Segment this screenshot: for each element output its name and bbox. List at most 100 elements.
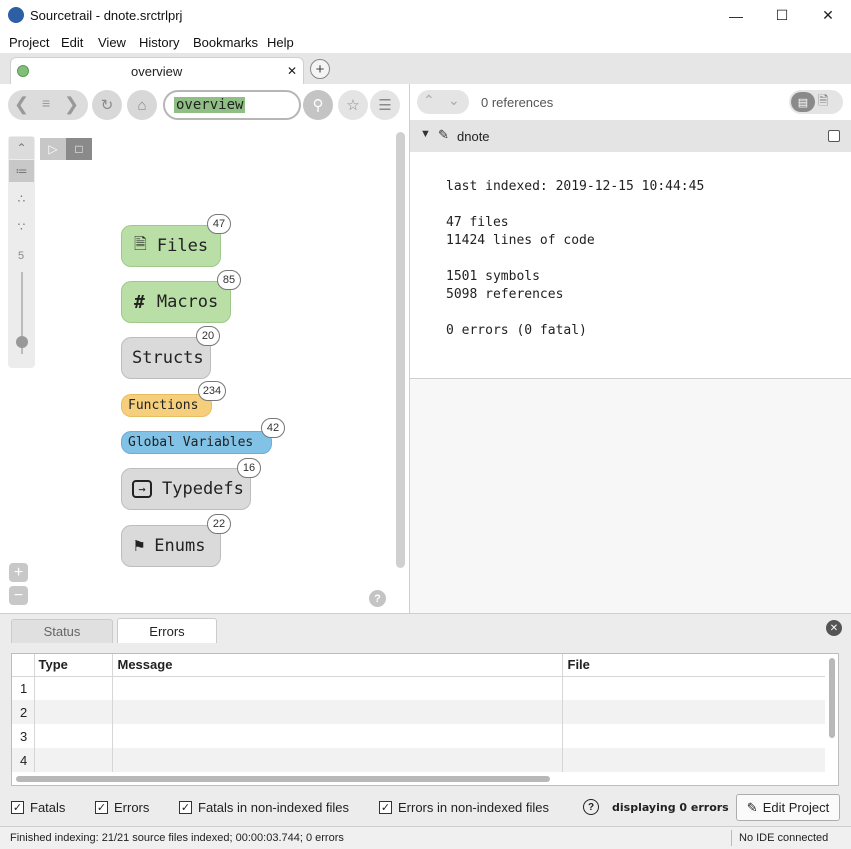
tab-close-icon[interactable]: ✕ (287, 64, 297, 78)
node-typedefs[interactable]: → Typedefs (121, 468, 251, 510)
filter-label: Errors (114, 800, 150, 815)
collapse-controls-button[interactable]: ⌃ (9, 137, 34, 159)
home-button[interactable]: ⌂ (127, 90, 157, 120)
errors-help-icon[interactable]: ? (583, 799, 599, 815)
close-window-button[interactable]: ✕ (805, 0, 851, 31)
next-reference-icon[interactable]: ⌄ (448, 92, 460, 109)
history-list-icon[interactable]: ≡ (42, 95, 50, 111)
node-label: Typedefs (162, 479, 244, 499)
bookmark-manager-button[interactable]: ☰ (370, 90, 400, 120)
menu-history[interactable]: History (139, 35, 179, 50)
search-button[interactable]: ⚲ (303, 90, 333, 120)
close-panel-icon[interactable]: ✕ (826, 620, 842, 636)
table-horizontal-scrollbar[interactable] (16, 776, 550, 782)
row-number: 1 (12, 676, 35, 700)
filter-label: Errors in non-indexed files (398, 800, 550, 815)
table-row[interactable]: 4 (12, 748, 825, 772)
bottom-panel: Status Errors ✕ Type Message File 1 2 3 … (0, 613, 851, 826)
checkbox-checked-icon[interactable]: ✓ (379, 801, 392, 814)
column-type[interactable]: Type (34, 654, 113, 676)
depth-slider-handle[interactable] (16, 336, 28, 348)
table-vertical-scrollbar[interactable] (829, 658, 835, 738)
node-files[interactable]: 🗎 Files (121, 225, 221, 267)
column-message[interactable]: Message (112, 654, 563, 676)
minimize-button[interactable]: — (713, 0, 759, 31)
menu-bookmarks[interactable]: Bookmarks (193, 35, 258, 50)
previous-reference-icon[interactable]: ⌃ (423, 92, 435, 109)
graph-scrollbar[interactable] (396, 132, 405, 568)
collapse-icon[interactable]: ▼ (420, 128, 431, 140)
code-pane: ⌃ ⌄ 0 references ▤ 🗎 ▼ ✎ dnote last inde… (409, 84, 851, 613)
tab-strip: overview ✕ + (0, 53, 851, 84)
filter-errors[interactable]: ✓ Errors (95, 800, 149, 815)
table-row[interactable]: 2 (12, 700, 825, 724)
hash-icon: # (134, 291, 145, 313)
edit-project-label: Edit Project (762, 800, 830, 815)
row-number: 2 (12, 700, 35, 724)
checkbox-checked-icon[interactable]: ✓ (11, 801, 24, 814)
menu-project[interactable]: Project (9, 35, 49, 50)
group-by-namespace-icon[interactable]: ∴ (9, 188, 34, 210)
zoom-in-button[interactable]: + (9, 563, 28, 582)
node-functions[interactable]: Functions (121, 394, 212, 417)
back-icon[interactable]: ❮ (14, 94, 29, 115)
tab-status[interactable]: Status (11, 619, 113, 643)
filter-fatals-non-indexed[interactable]: ✓ Fatals in non-indexed files (179, 800, 349, 815)
node-count-badge: 234 (198, 381, 226, 401)
table-row[interactable]: 1 (12, 676, 825, 700)
node-label: Structs (132, 348, 204, 368)
menu-edit[interactable]: Edit (61, 35, 83, 50)
node-count-badge: 42 (261, 418, 285, 438)
node-structs[interactable]: Structs (121, 337, 211, 379)
bookmark-button[interactable]: ☆ (338, 90, 368, 120)
layout-icon[interactable]: ≔ (9, 160, 34, 182)
filter-errors-non-indexed[interactable]: ✓ Errors in non-indexed files (379, 800, 549, 815)
new-tab-button[interactable]: + (310, 59, 330, 79)
refresh-button[interactable]: ↻ (92, 90, 122, 120)
tab-overview[interactable]: overview ✕ (10, 57, 304, 84)
errors-table: Type Message File 1 2 3 4 (12, 654, 825, 772)
file-icon: 🗎 (134, 233, 147, 253)
graph-help-button[interactable]: ? (369, 590, 386, 607)
status-divider (731, 830, 732, 846)
checkbox-checked-icon[interactable]: ✓ (179, 801, 192, 814)
node-label: Macros (156, 292, 219, 312)
show-file-icon[interactable]: □ (66, 138, 92, 160)
graph-pane: ❮ ≡ ❯ ↻ ⌂ overview ⚲ ☆ ☰ ⌃ ≔ ∴ ∵ 5 ▷ □ 🗎… (0, 84, 408, 613)
edit-icon: ✎ (746, 799, 758, 815)
summary-line: 5098 references (446, 287, 564, 302)
zoom-out-button[interactable]: − (9, 586, 28, 605)
edit-project-button[interactable]: ✎ Edit Project (736, 794, 840, 821)
file-header[interactable]: ▼ ✎ dnote (410, 120, 851, 152)
filter-fatals[interactable]: ✓ Fatals (11, 800, 65, 815)
search-input[interactable]: overview (163, 90, 301, 120)
tab-status-label: Status (43, 624, 81, 639)
node-macros[interactable]: # Macros (121, 281, 231, 323)
table-row[interactable]: 3 (12, 724, 825, 748)
snippet-mode-icon[interactable]: ▤ (791, 92, 815, 112)
maximize-button[interactable]: ☐ (759, 0, 805, 31)
code-empty-area (410, 379, 851, 613)
node-label: Files (156, 236, 209, 256)
ide-status: No IDE connected (739, 832, 829, 844)
reference-count: 0 references (481, 95, 554, 110)
show-code-icon[interactable]: ▷ (40, 138, 66, 160)
summary-line: 11424 lines of code (446, 233, 595, 248)
project-summary: last indexed: 2019-12-15 10:44:45 47 fil… (446, 178, 704, 340)
menu-help[interactable]: Help (267, 35, 294, 50)
summary-line: 47 files (446, 215, 509, 230)
node-enums[interactable]: ⚑ Enums (121, 525, 221, 567)
menu-view[interactable]: View (98, 35, 126, 50)
column-file[interactable]: File (562, 654, 825, 676)
menu-bar: Project Edit View History Bookmarks Help (0, 31, 851, 53)
tab-errors[interactable]: Errors (117, 618, 217, 643)
group-by-file-icon[interactable]: ∵ (9, 216, 34, 238)
single-file-mode-icon[interactable]: 🗎 (818, 92, 828, 114)
node-global-variables[interactable]: Global Variables (121, 431, 272, 454)
node-label: Enums (154, 536, 206, 556)
summary-line: last indexed: 2019-12-15 10:44:45 (446, 179, 705, 194)
checkbox-checked-icon[interactable]: ✓ (95, 801, 108, 814)
forward-icon[interactable]: ❯ (64, 94, 79, 115)
node-count-badge: 85 (217, 270, 241, 290)
maximize-file-icon[interactable] (828, 130, 840, 142)
